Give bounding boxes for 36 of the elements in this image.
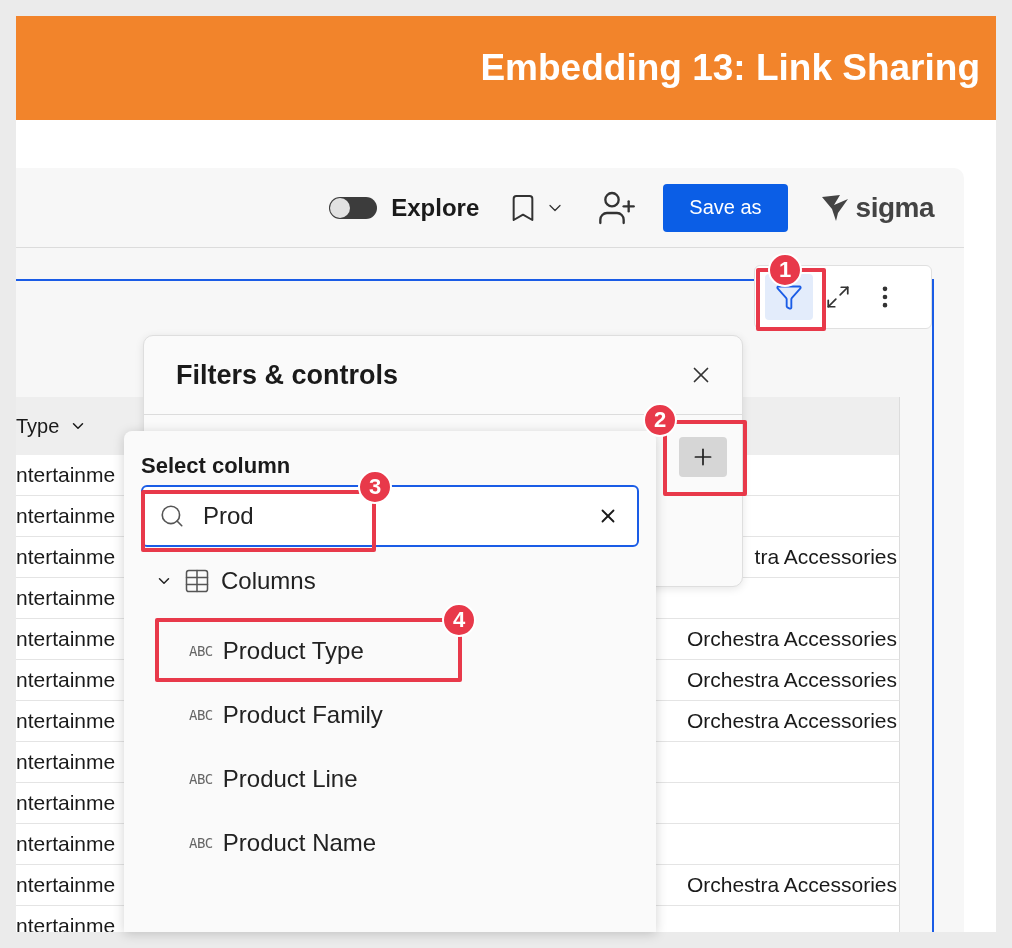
panel-title: Filters & controls [176, 359, 399, 391]
table-icon [183, 567, 211, 595]
table-cell-text: ntertainme [16, 873, 117, 897]
save-as-button[interactable]: Save as [663, 183, 788, 232]
column-option[interactable]: ABC Product Family [189, 695, 383, 735]
column-option[interactable]: ABC Product Type [189, 631, 364, 671]
picker-title: Select column [141, 453, 292, 479]
table-cell-text: ntertainme [16, 504, 117, 528]
table-cell-text: Orchestra Accessories [686, 627, 898, 651]
table-cell-text: ntertainme [16, 627, 117, 651]
column-header: Type [16, 414, 60, 438]
table-cell-text: ntertainme [16, 750, 117, 774]
column-option[interactable]: ABC Product Line [189, 759, 358, 799]
table-cell-text: ntertainme [16, 791, 117, 815]
table-cell-text: ntertainme [16, 586, 117, 610]
explore-label: Explore [391, 193, 480, 222]
banner-title: Embedding 13: Link Sharing [480, 47, 980, 89]
table-cell-text: ntertainme [16, 463, 117, 487]
table-cell-text: tra Accessories [754, 545, 898, 569]
explore-toggle[interactable] [329, 196, 378, 219]
table-cell-text: ntertainme [16, 668, 117, 692]
logo-text: sigma [855, 191, 934, 224]
columns-group[interactable]: Columns [141, 561, 316, 601]
add-filter-button[interactable] [679, 437, 727, 477]
table-cell-text: Orchestra Accessories [686, 873, 898, 897]
table-cell-text: ntertainme [16, 709, 117, 733]
column-option[interactable]: ABC Product Name [189, 823, 377, 863]
step-badge: 1 [768, 253, 802, 287]
filter-icon[interactable] [775, 283, 803, 311]
group-label: Columns [221, 567, 316, 595]
table-cell-text: Orchestra Accessories [686, 668, 898, 692]
table-cell-text: ntertainme [16, 832, 117, 856]
table-cell-text: ntertainme [16, 545, 117, 569]
expand-icon[interactable] [825, 284, 851, 310]
table-cell-text: Orchestra Accessories [686, 709, 898, 733]
search-icon [159, 503, 185, 529]
